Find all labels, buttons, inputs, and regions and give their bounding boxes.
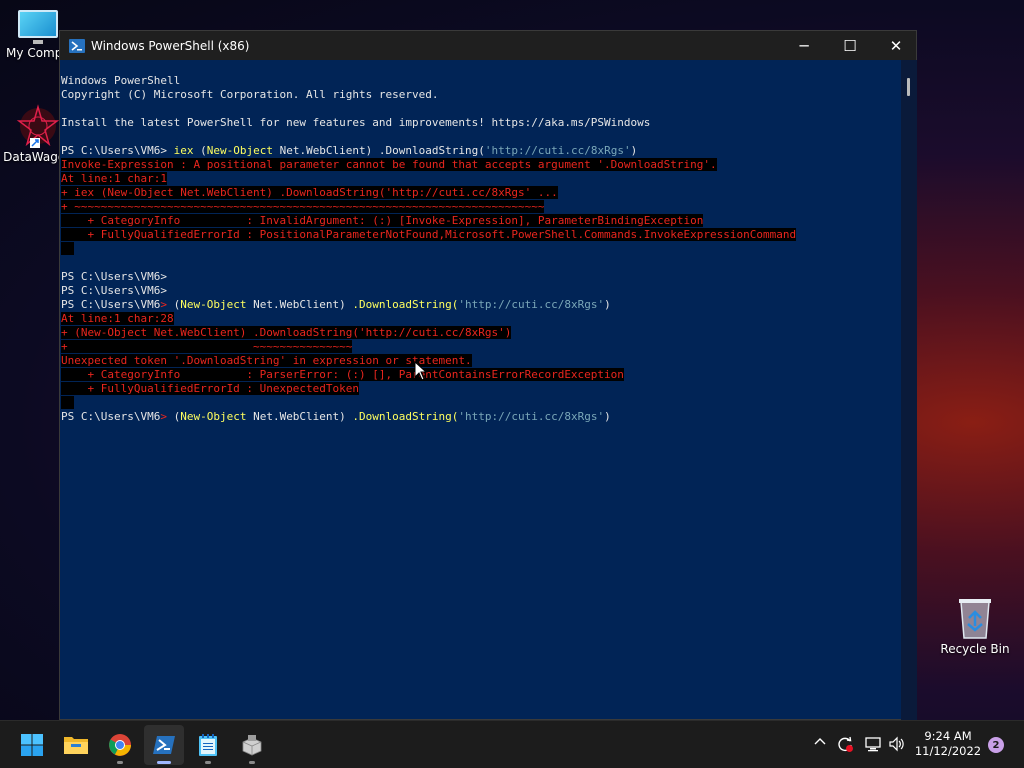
error-line: + ~~~~~~~~~~~~~~~~~~~~~~~~~~~~~~~~~~~~~~… bbox=[61, 200, 545, 213]
maximize-button[interactable]: ☐ bbox=[827, 31, 873, 60]
system-clock[interactable]: 9:24 AM 11/12/2022 bbox=[912, 729, 984, 759]
error-line: At line:1 char:1 bbox=[61, 172, 167, 185]
error-line: + FullyQualifiedErrorId : PositionalPara… bbox=[61, 228, 797, 241]
powershell-icon bbox=[69, 38, 85, 54]
error-line: + iex (New-Object Net.WebClient) .Downlo… bbox=[61, 186, 558, 199]
window-title: Windows PowerShell (x86) bbox=[91, 38, 250, 53]
close-button[interactable]: ✕ bbox=[873, 31, 919, 60]
error-line: + (New-Object Net.WebClient) .DownloadSt… bbox=[61, 326, 512, 339]
powershell-taskbar-button[interactable] bbox=[144, 725, 184, 765]
start-button[interactable] bbox=[12, 725, 52, 765]
datawagon-icon bbox=[16, 104, 60, 148]
file-explorer-button[interactable] bbox=[56, 725, 96, 765]
network-icon[interactable] bbox=[864, 735, 882, 757]
powershell-icon bbox=[153, 736, 175, 754]
error-line: + CategoryInfo : InvalidArgument: (:) [I… bbox=[61, 214, 704, 227]
volume-icon[interactable] bbox=[888, 735, 906, 757]
error-line: + ~~~~~~~~~~~~~~~ bbox=[61, 340, 353, 353]
command-line-2: PS C:\Users\VM6> (New-Object Net.WebClie… bbox=[61, 298, 611, 311]
command-line-3[interactable]: PS C:\Users\VM6> (New-Object Net.WebClie… bbox=[61, 410, 900, 424]
notepad-icon bbox=[199, 734, 217, 756]
error-line: + CategoryInfo : ParserError: (:) [], Pa… bbox=[61, 368, 624, 381]
title-bar[interactable]: Windows PowerShell (x86) ─ ☐ ✕ bbox=[60, 31, 916, 60]
sync-alert-icon[interactable] bbox=[836, 735, 854, 757]
console-line: Install the latest PowerShell for new fe… bbox=[61, 116, 651, 129]
windows-logo-icon bbox=[21, 734, 43, 756]
console-output[interactable]: Windows PowerShell Copyright (C) Microsof… bbox=[60, 60, 900, 720]
desktop-icon-label: Recycle Bin bbox=[940, 642, 1010, 656]
notification-badge[interactable]: 2 bbox=[988, 737, 1004, 753]
folder-icon bbox=[64, 737, 88, 754]
prompt-line: PS C:\Users\VM6> bbox=[61, 270, 167, 283]
clock-time: 9:24 AM bbox=[924, 729, 972, 743]
notepad-button[interactable] bbox=[188, 725, 228, 765]
prompt-line: PS C:\Users\VM6> bbox=[61, 284, 167, 297]
console-line: Windows PowerShell bbox=[61, 74, 181, 87]
error-line: Invoke-Expression : A positional paramet… bbox=[61, 158, 717, 171]
package-icon bbox=[242, 735, 262, 756]
console-line: Copyright (C) Microsoft Corporation. All… bbox=[61, 88, 439, 101]
clock-date: 11/12/2022 bbox=[914, 744, 982, 758]
taskbar: 9:24 AM 11/12/2022 2 bbox=[0, 720, 1024, 768]
error-line: At line:1 char:28 bbox=[61, 312, 174, 325]
recycle-bin-icon bbox=[955, 596, 995, 640]
chevron-up-icon[interactable] bbox=[813, 735, 827, 753]
chrome-icon bbox=[109, 734, 131, 756]
vertical-scrollbar[interactable] bbox=[901, 60, 917, 720]
command-line-1: PS C:\Users\VM6> iex (New-Object Net.Web… bbox=[61, 144, 638, 157]
minimize-button[interactable]: ─ bbox=[781, 31, 827, 60]
scrollbar-thumb[interactable] bbox=[907, 78, 910, 96]
computer-icon bbox=[16, 10, 60, 44]
error-line: Unexpected token '.DownloadString' in ex… bbox=[61, 354, 472, 367]
chrome-button[interactable] bbox=[100, 725, 140, 765]
mouse-cursor-icon bbox=[414, 361, 428, 381]
error-line: + FullyQualifiedErrorId : UnexpectedToke… bbox=[61, 382, 360, 395]
powershell-window[interactable]: Windows PowerShell (x86) ─ ☐ ✕ Windows P… bbox=[59, 30, 917, 720]
desktop-icon-recycle-bin[interactable]: Recycle Bin bbox=[937, 596, 1013, 656]
installer-app-button[interactable] bbox=[232, 725, 272, 765]
